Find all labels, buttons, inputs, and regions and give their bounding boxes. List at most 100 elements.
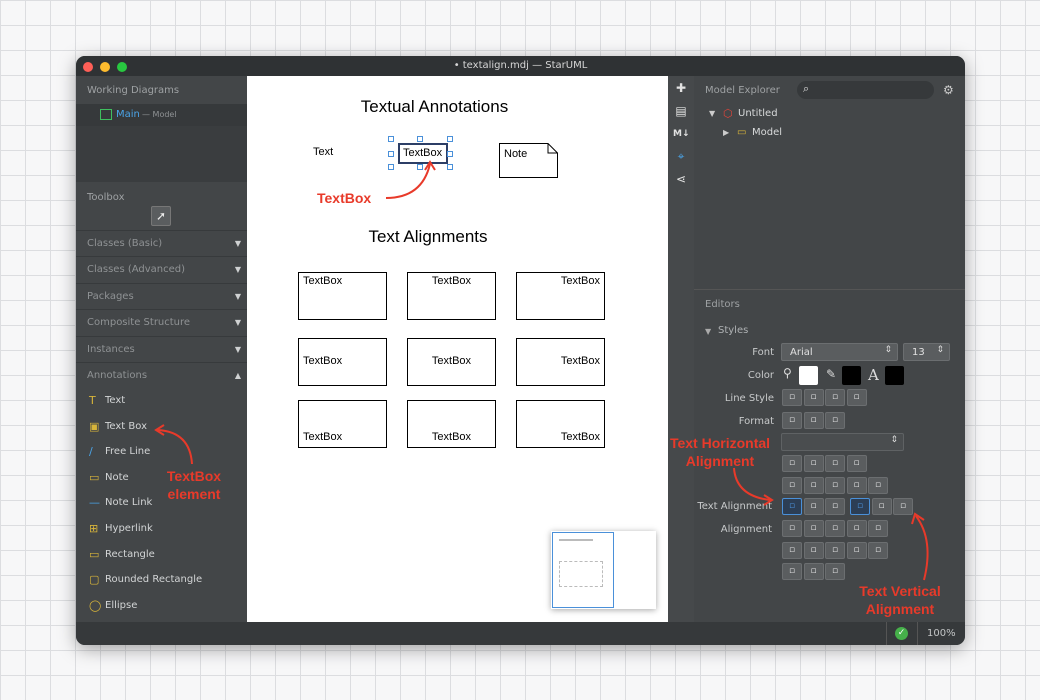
alignment-button[interactable]: ▫ bbox=[846, 542, 867, 559]
markdown-icon[interactable]: M↓ bbox=[673, 126, 690, 142]
fill-color-swatch[interactable] bbox=[799, 366, 818, 385]
resize-handle[interactable] bbox=[417, 136, 423, 142]
minimize-window-button[interactable] bbox=[100, 62, 110, 72]
stereotype-display-button[interactable]: ▫ bbox=[846, 455, 867, 472]
alignment-button[interactable]: ▫ bbox=[782, 563, 802, 580]
tool-text[interactable]: T Text bbox=[76, 388, 247, 413]
alignment-textbox[interactable]: TextBox bbox=[407, 400, 496, 448]
expand-icon: ▼ bbox=[234, 265, 241, 275]
alignment-textbox[interactable]: TextBox bbox=[516, 272, 605, 320]
tree-item-untitled[interactable]: Untitled bbox=[738, 108, 778, 119]
diagram-canvas[interactable]: Textual Annotations Text TextBox Note Te… bbox=[247, 76, 668, 622]
visibility-button[interactable]: ▫ bbox=[782, 477, 802, 494]
visibility-button[interactable]: ▫ bbox=[825, 477, 845, 494]
tool-hyperlink[interactable]: ⊞ Hyperlink bbox=[76, 516, 247, 541]
navigator-icon[interactable]: ⌖ bbox=[673, 148, 689, 164]
note-element[interactable]: Note bbox=[499, 143, 559, 178]
textbox-label: TextBox bbox=[431, 431, 472, 443]
font-size-input[interactable]: 13 ⇕ bbox=[903, 343, 950, 361]
diagram-icon bbox=[100, 109, 112, 120]
stereotype-display-button[interactable]: ▫ bbox=[782, 455, 802, 472]
minimap-thumbnail-grid bbox=[559, 561, 603, 587]
align-middle-button[interactable]: ▫ bbox=[871, 498, 892, 515]
font-color-swatch[interactable] bbox=[885, 366, 904, 385]
alignment-button[interactable]: ▫ bbox=[803, 520, 824, 537]
toolbox-category-annotations[interactable]: Annotations ▲ bbox=[76, 362, 247, 388]
visibility-button[interactable]: ▫ bbox=[868, 477, 888, 494]
category-label: Classes (Basic) bbox=[87, 238, 163, 249]
select-tool-button[interactable]: ➚ bbox=[151, 206, 171, 226]
line-style-rectilinear-button[interactable]: ▫ bbox=[782, 389, 802, 406]
layout-icon[interactable]: ▤ bbox=[673, 103, 689, 119]
stereotype-display-select[interactable]: ⇕ bbox=[781, 433, 904, 451]
alignment-textbox[interactable]: TextBox bbox=[407, 338, 496, 386]
close-window-button[interactable] bbox=[83, 62, 93, 72]
align-top-button[interactable]: ▫ bbox=[850, 498, 870, 515]
expand-untitled-icon[interactable]: ▼ bbox=[709, 109, 715, 118]
alignment-textbox[interactable]: TextBox bbox=[407, 272, 496, 320]
validation-ok-icon[interactable]: ✓ bbox=[895, 627, 908, 640]
stereotype-display-button[interactable]: ▫ bbox=[825, 455, 845, 472]
alignment-textbox[interactable]: TextBox bbox=[298, 338, 387, 386]
toolbox-category-composite-structure[interactable]: Composite Structure ▼ bbox=[76, 309, 247, 335]
tool-label: Ellipse bbox=[105, 599, 138, 611]
line-style-rounded-button[interactable]: ▫ bbox=[825, 389, 845, 406]
tree-item-model[interactable]: Model bbox=[752, 127, 782, 138]
extensions-icon[interactable]: ✚ bbox=[673, 80, 689, 96]
share-icon[interactable]: ⋖ bbox=[673, 171, 689, 187]
collapse-styles-icon[interactable]: ▼ bbox=[705, 327, 711, 336]
status-divider bbox=[917, 622, 918, 645]
visibility-button[interactable]: ▫ bbox=[846, 477, 867, 494]
tool-rounded-rectangle[interactable]: ▢ Rounded Rectangle bbox=[76, 567, 247, 592]
minimap[interactable] bbox=[551, 531, 656, 609]
alignment-textbox[interactable]: TextBox bbox=[298, 272, 387, 320]
alignment-button[interactable]: ▫ bbox=[868, 520, 888, 537]
alignment-button[interactable]: ▫ bbox=[846, 520, 867, 537]
align-right-button[interactable]: ▫ bbox=[825, 498, 845, 515]
alignment-button[interactable]: ▫ bbox=[782, 520, 802, 537]
stereotype-display-button[interactable]: ▫ bbox=[803, 455, 824, 472]
tool-rectangle[interactable]: ▭ Rectangle bbox=[76, 542, 247, 567]
alignment-button[interactable]: ▫ bbox=[825, 563, 845, 580]
text-element[interactable]: Text bbox=[313, 146, 333, 158]
show-shadow-button[interactable]: ▫ bbox=[803, 412, 824, 429]
expand-model-icon[interactable]: ▶ bbox=[723, 128, 729, 137]
toolbox-category-classes-advanced-[interactable]: Classes (Advanced) ▼ bbox=[76, 256, 247, 282]
alignment-button[interactable]: ▫ bbox=[868, 542, 888, 559]
align-center-button[interactable]: ▫ bbox=[803, 498, 824, 515]
toolbox-category-classes-basic-[interactable]: Classes (Basic) ▼ bbox=[76, 230, 247, 256]
styles-section: Styles bbox=[718, 325, 749, 336]
alignment-button[interactable]: ▫ bbox=[825, 542, 845, 559]
resize-handle[interactable] bbox=[388, 151, 394, 157]
alignment-button[interactable]: ▫ bbox=[825, 520, 845, 537]
toolbox-category-packages[interactable]: Packages ▼ bbox=[76, 282, 247, 309]
resize-handle[interactable] bbox=[388, 136, 394, 142]
toolbox-category-instances[interactable]: Instances ▼ bbox=[76, 335, 247, 362]
line-style-oblique-button[interactable]: ▫ bbox=[803, 389, 824, 406]
visibility-button[interactable]: ▫ bbox=[803, 477, 824, 494]
resize-handle[interactable] bbox=[447, 164, 453, 170]
zoom-level[interactable]: 100% bbox=[927, 628, 956, 639]
alignment-textbox[interactable]: TextBox bbox=[516, 400, 605, 448]
category-label: Instances bbox=[87, 343, 135, 355]
maximize-window-button[interactable] bbox=[117, 62, 127, 72]
line-style-curve-button[interactable]: ▫ bbox=[846, 389, 867, 406]
alignment-button[interactable]: ▫ bbox=[803, 542, 824, 559]
auto-resize-button[interactable]: ▫ bbox=[782, 412, 802, 429]
gear-icon[interactable]: ⚙ bbox=[943, 83, 954, 97]
alignment-textbox[interactable]: TextBox bbox=[298, 400, 387, 448]
align-left-button[interactable]: ▫ bbox=[782, 498, 802, 515]
text-tool-icon: T bbox=[89, 394, 96, 407]
alignment-button[interactable]: ▫ bbox=[782, 542, 802, 559]
search-input[interactable]: ⌕ bbox=[797, 81, 934, 99]
resize-handle[interactable] bbox=[447, 151, 453, 157]
resize-handle[interactable] bbox=[447, 136, 453, 142]
line-color-swatch[interactable] bbox=[842, 366, 861, 385]
alignment-button[interactable]: ▫ bbox=[803, 563, 824, 580]
word-wrap-button[interactable]: ▫ bbox=[825, 412, 845, 429]
tool-ellipse[interactable]: ◯ Ellipse bbox=[76, 593, 247, 618]
ellipse-tool-icon: ◯ bbox=[89, 598, 102, 612]
alignment-textbox[interactable]: TextBox bbox=[516, 338, 605, 386]
working-diagram-main[interactable]: Main — Model bbox=[76, 104, 247, 126]
font-select[interactable]: Arial ⇕ bbox=[781, 343, 898, 361]
